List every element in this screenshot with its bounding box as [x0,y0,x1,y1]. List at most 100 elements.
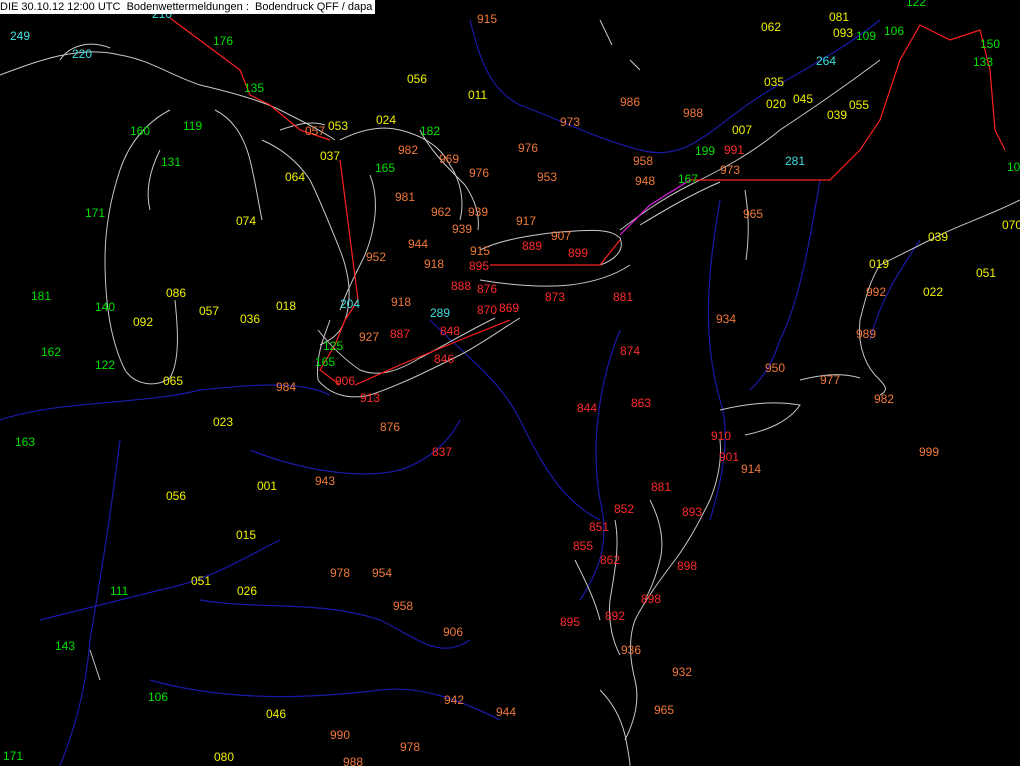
station-value: 046 [266,707,286,721]
station-value: 070 [1002,218,1020,232]
station-value: 026 [237,584,257,598]
station-value: 024 [376,113,396,127]
station-value: 165 [375,161,395,175]
station-value: 204 [340,297,360,311]
station-value: 952 [366,250,386,264]
station-value: 162 [41,345,61,359]
station-value: 074 [236,214,256,228]
station-value: 888 [451,279,471,293]
station-value: 915 [477,12,497,26]
station-value: 973 [720,163,740,177]
station-value: 045 [793,92,813,106]
station-value: 837 [432,445,452,459]
station-value: 962 [431,205,451,219]
station-value: 131 [161,155,181,169]
station-value: 954 [372,566,392,580]
station-value: 936 [621,643,641,657]
station-value: 944 [496,705,516,719]
station-value: 109 [856,29,876,43]
station-value: 844 [577,401,597,415]
station-value: 160 [130,124,150,138]
station-value: 978 [400,740,420,754]
station-value: 051 [191,574,211,588]
station-value: 019 [869,257,889,271]
station-value: 893 [682,505,702,519]
station-value: 907 [551,229,571,243]
station-value: 092 [133,315,153,329]
station-value: 976 [518,141,538,155]
station-value: 080 [214,750,234,764]
station-value: 881 [613,290,633,304]
station-value: 918 [424,257,444,271]
station-value: 171 [85,206,105,220]
station-value: 906 [335,374,355,388]
station-value: 991 [724,143,744,157]
station-value: 901 [719,450,739,464]
station-value: 264 [816,54,836,68]
station-value: 143 [55,639,75,653]
station-value: 022 [923,285,943,299]
station-value: 895 [469,259,489,273]
station-value: 869 [499,301,519,315]
station-value: 057 [199,304,219,318]
station-value: 944 [408,237,428,251]
station-value: 035 [764,75,784,89]
station-value: 181 [31,289,51,303]
station-value: 020 [766,97,786,111]
station-value: 918 [391,295,411,309]
station-value: 281 [785,154,805,168]
station-value: 934 [716,312,736,326]
station-value: 119 [183,119,202,133]
station-value: 863 [631,396,651,410]
station-value: 965 [654,703,674,717]
station-value: 973 [560,115,580,129]
station-value: 999 [919,445,939,459]
station-value: 876 [477,282,497,296]
station-value: 943 [315,474,335,488]
station-value: 977 [820,373,840,387]
station-value: 053 [328,119,348,133]
station-value: 135 [244,81,264,95]
station-value: 249 [10,29,30,43]
station-value: 140 [95,300,115,314]
station-value: 982 [874,392,894,406]
station-value: 953 [537,170,557,184]
station-value: 984 [276,380,296,394]
station-value: 086 [166,286,186,300]
station-value: 978 [330,566,350,580]
station-value: 056 [407,72,427,86]
station-value: 948 [635,174,655,188]
station-value: 898 [641,592,661,606]
station-value: 165 [315,355,335,369]
station-value: 015 [236,528,256,542]
station-value: 10 [1007,160,1020,174]
station-value: 939 [452,222,472,236]
station-value: 065 [163,374,183,388]
station-value: 039 [827,108,847,122]
station-value: 007 [732,123,752,137]
station-value: 915 [470,244,490,258]
station-value: 057 [305,124,325,138]
station-value: 289 [430,306,450,320]
station-value: 958 [393,599,413,613]
station-value: 111 [110,584,129,598]
station-value: 881 [651,480,671,494]
station-value: 927 [359,330,379,344]
station-value: 106 [884,24,904,38]
station-value: 037 [320,149,340,163]
station-value: 023 [213,415,233,429]
station-value: 182 [420,124,440,138]
station-value: 981 [395,190,415,204]
station-value: 939 [468,205,488,219]
station-value: 870 [477,303,497,317]
station-value: 011 [468,88,487,102]
station-value: 848 [440,324,460,338]
station-value: 986 [620,95,640,109]
station-value: 851 [589,520,609,534]
station-value: 899 [568,246,588,260]
station-value: 199 [695,144,715,158]
station-value: 122 [95,358,115,372]
station-value: 992 [866,285,886,299]
station-value: 958 [633,154,653,168]
station-value: 990 [330,728,350,742]
